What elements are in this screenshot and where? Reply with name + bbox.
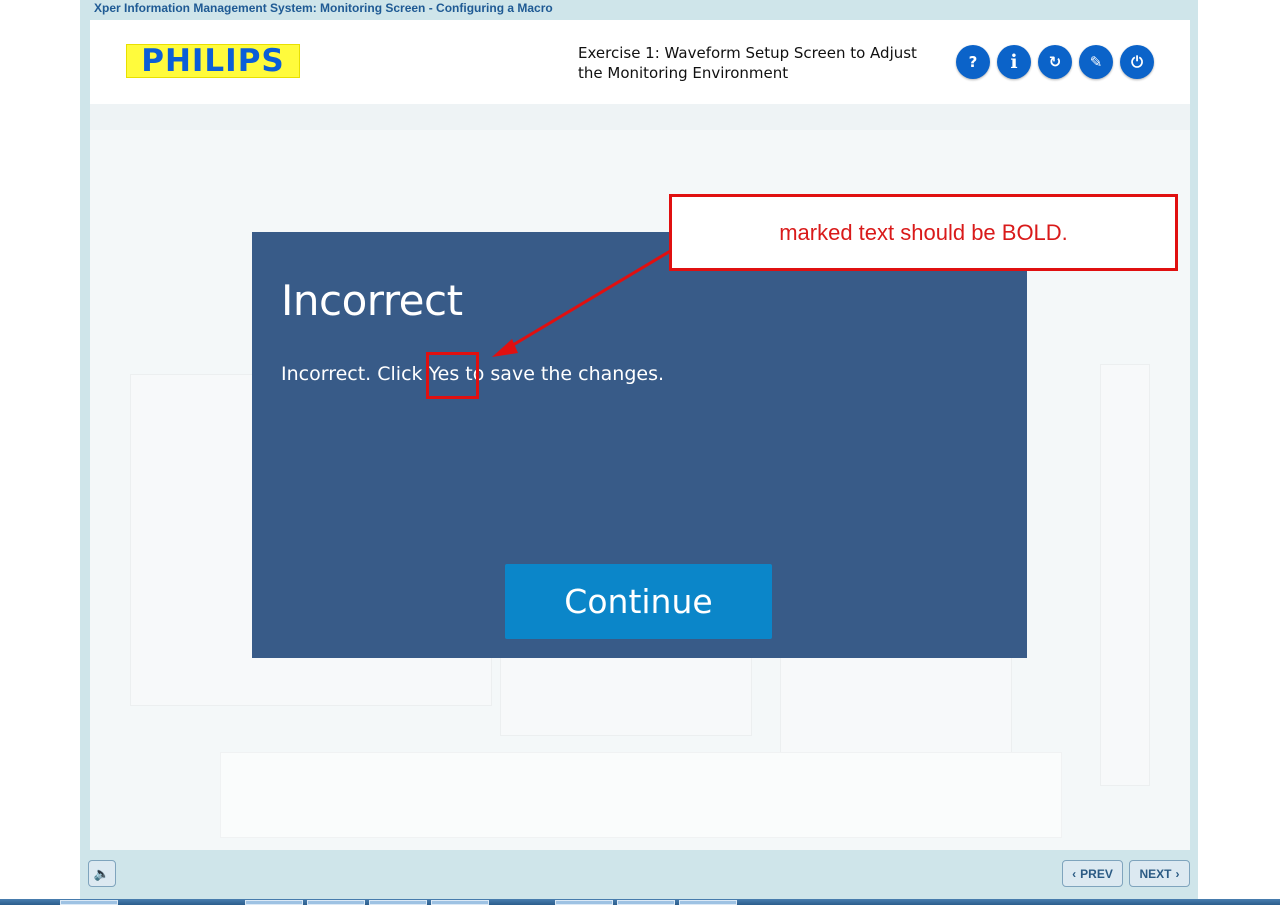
chevron-right-icon: ›: [1175, 866, 1180, 881]
background-panel: [1100, 364, 1150, 786]
background-nav: [90, 104, 1190, 130]
taskbar-item[interactable]: [679, 900, 737, 905]
background-strip: [220, 752, 1062, 838]
philips-logo: PHILIPS: [126, 43, 300, 79]
annotation-mark-box: [426, 352, 479, 399]
compass-icon[interactable]: ✎: [1079, 45, 1113, 79]
message-text-after: to save the changes.: [459, 363, 665, 385]
message-text-before: Incorrect. Click: [281, 363, 429, 385]
exercise-title-line2: the Monitoring Environment: [578, 64, 789, 82]
taskbar-item[interactable]: [307, 900, 365, 905]
info-icon[interactable]: i: [997, 45, 1031, 79]
taskbar-item[interactable]: [369, 900, 427, 905]
annotation-callout: marked text should be BOLD.: [669, 194, 1178, 271]
chevron-left-icon: ‹: [1072, 866, 1077, 881]
sound-icon[interactable]: 🔈: [88, 860, 116, 887]
prev-button[interactable]: ‹ PREV: [1062, 860, 1123, 887]
incorrect-dialog: Incorrect Incorrect. Click Yes to save t…: [252, 232, 1027, 658]
taskbar-item[interactable]: [431, 900, 489, 905]
taskbar-item[interactable]: [60, 900, 118, 905]
refresh-icon[interactable]: ↻: [1038, 45, 1072, 79]
next-label: NEXT: [1139, 866, 1172, 881]
help-icon[interactable]: ?: [956, 45, 990, 79]
course-header: PHILIPS Exercise 1: Waveform Setup Scree…: [90, 20, 1190, 104]
taskbar-item[interactable]: [555, 900, 613, 905]
continue-button[interactable]: Continue: [505, 564, 772, 639]
exercise-title-line1: Exercise 1: Waveform Setup Screen to Adj…: [578, 44, 917, 62]
taskbar-item[interactable]: [245, 900, 303, 905]
next-button[interactable]: NEXT ›: [1129, 860, 1190, 887]
taskbar-item[interactable]: [617, 900, 675, 905]
window-title: Xper Information Management System: Moni…: [94, 1, 553, 15]
prev-label: PREV: [1080, 866, 1113, 881]
dialog-title: Incorrect: [281, 276, 463, 325]
power-icon[interactable]: ⏻: [1120, 45, 1154, 79]
exercise-title: Exercise 1: Waveform Setup Screen to Adj…: [578, 43, 938, 83]
